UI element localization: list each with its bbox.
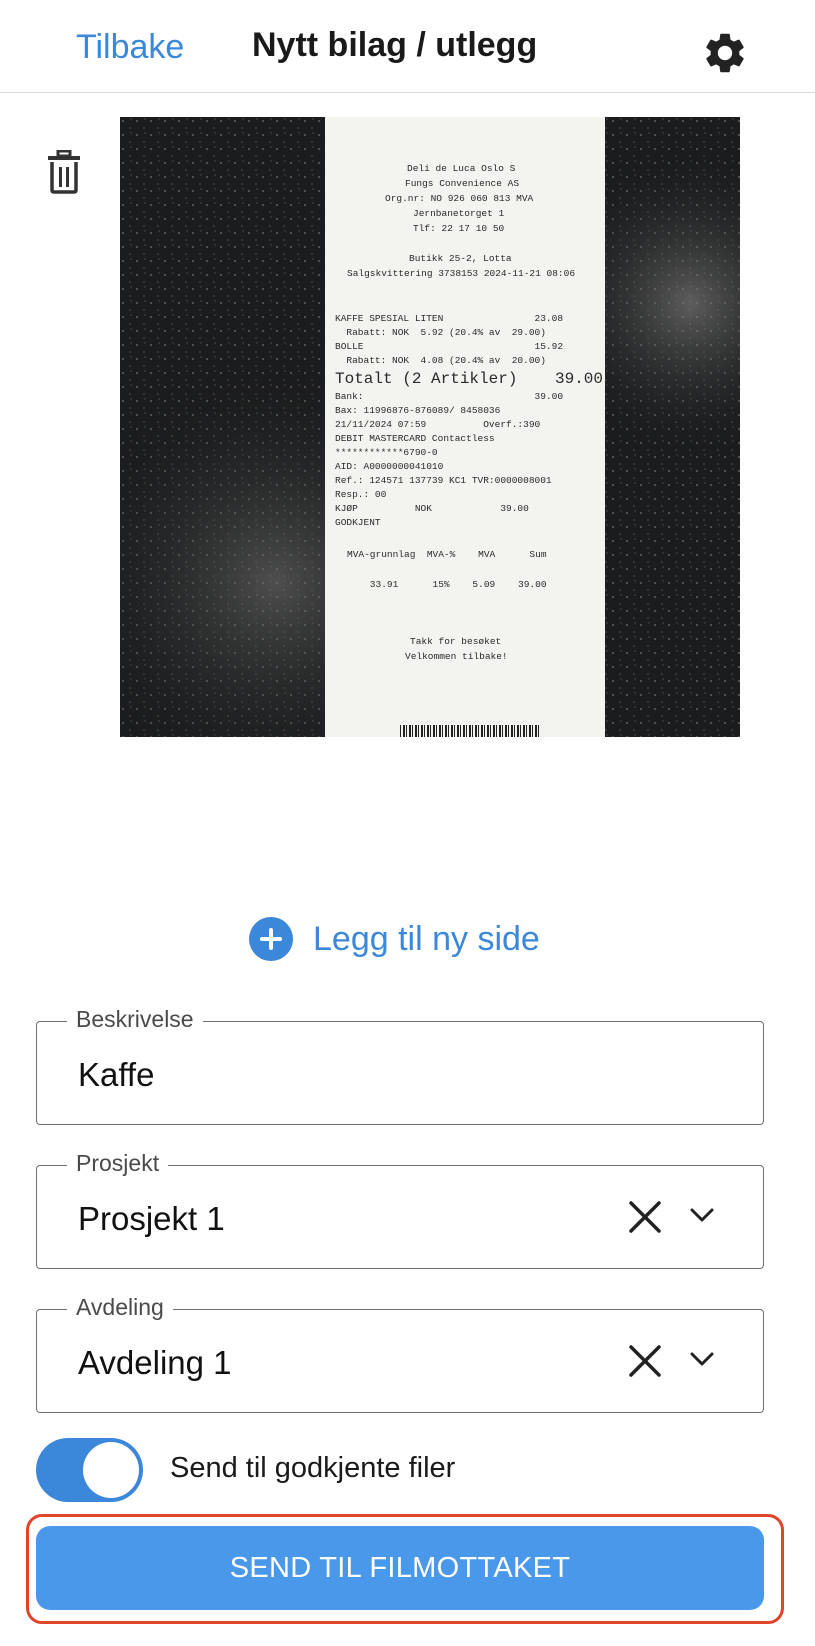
receipt-line: 21/11/2024 07:59 Overf.:390	[335, 419, 541, 430]
chevron-down-icon[interactable]	[689, 1350, 715, 1368]
back-link[interactable]: Tilbake	[76, 28, 184, 67]
receipt-line: KJØP NOK 39.00	[335, 503, 529, 514]
receipt-barcode	[400, 725, 540, 737]
receipt-line: ************6790-0	[335, 447, 438, 458]
project-label: Prosjekt	[67, 1150, 169, 1177]
page-title: Nytt bilag / utlegg	[252, 26, 538, 64]
receipt-line: Ref.: 124571 137739 KC1 TVR:0000008001	[335, 475, 552, 486]
description-label: Beskrivelse	[67, 1006, 203, 1033]
receipt-line: MVA-grunnlag MVA-% MVA Sum	[347, 549, 547, 560]
send-button[interactable]: SEND TIL FILMOTTAKET	[36, 1526, 764, 1610]
receipt-line: Tlf: 22 17 10 50	[413, 223, 505, 234]
receipt-total-label: Totalt (2 Artikler)	[335, 370, 518, 388]
clear-department-icon[interactable]	[628, 1344, 662, 1378]
receipt-line: DEBIT MASTERCARD Contactless	[335, 433, 495, 444]
trash-icon[interactable]	[44, 150, 84, 194]
receipt-image[interactable]: Deli de Luca Oslo S Fungs Convenience AS…	[120, 117, 740, 737]
department-value: Avdeling 1	[78, 1344, 232, 1381]
receipt-line: Resp.: 00	[335, 489, 387, 500]
receipt-line: Jernbanetorget 1	[413, 208, 505, 219]
project-select[interactable]: Prosjekt Prosjekt 1	[36, 1150, 764, 1269]
approved-files-label: Send til godkjente filer	[170, 1452, 456, 1484]
project-value: Prosjekt 1	[78, 1200, 225, 1237]
top-bar: Tilbake Nytt bilag / utlegg	[0, 0, 815, 93]
receipt-line: Rabatt: NOK 4.08 (20.4% av 20.00)	[335, 355, 546, 366]
receipt-line: KAFFE SPESIAL LITEN 23.08	[335, 313, 564, 324]
receipt-line: Rabatt: NOK 5.92 (20.4% av 29.00)	[335, 327, 546, 338]
receipt-line: Org.nr: NO 926 060 813 MVA	[385, 193, 534, 204]
receipt-paper: Deli de Luca Oslo S Fungs Convenience AS…	[325, 117, 605, 737]
gear-icon[interactable]	[701, 29, 749, 77]
receipt-line: Deli de Luca Oslo S	[407, 163, 516, 174]
receipt-line: Butikk 25-2, Lotta	[409, 253, 512, 264]
plus-circle-icon	[249, 917, 293, 961]
receipt-line: 33.91 15% 5.09 39.00	[347, 579, 547, 590]
clear-project-icon[interactable]	[628, 1200, 662, 1234]
receipt-line: Takk for besøket	[410, 636, 502, 647]
receipt-line: BOLLE 15.92	[335, 341, 564, 352]
receipt-line: Velkommen tilbake!	[405, 651, 508, 662]
description-value[interactable]: Kaffe	[78, 1056, 154, 1094]
chevron-down-icon[interactable]	[689, 1206, 715, 1224]
receipt-total-value: 39.00	[555, 370, 604, 388]
receipt-line: Bank: 39.00	[335, 391, 564, 402]
add-page-label: Legg til ny side	[313, 919, 540, 958]
approved-files-toggle[interactable]	[36, 1438, 143, 1502]
department-label: Avdeling	[67, 1294, 173, 1321]
receipt-line: Salgskvittering 3738153 2024-11-21 08:06	[347, 268, 576, 279]
receipt-line: Bax: 11996876-876089/ 8458036	[335, 405, 501, 416]
receipt-line: Fungs Convenience AS	[405, 178, 520, 189]
description-field[interactable]: Beskrivelse Kaffe	[36, 1006, 764, 1125]
receipt-line: GODKJENT	[335, 517, 381, 528]
add-page-button[interactable]: Legg til ny side	[249, 916, 540, 962]
department-select[interactable]: Avdeling Avdeling 1	[36, 1294, 764, 1413]
receipt-line: AID: A0000000041010	[335, 461, 444, 472]
toggle-knob	[83, 1442, 139, 1498]
